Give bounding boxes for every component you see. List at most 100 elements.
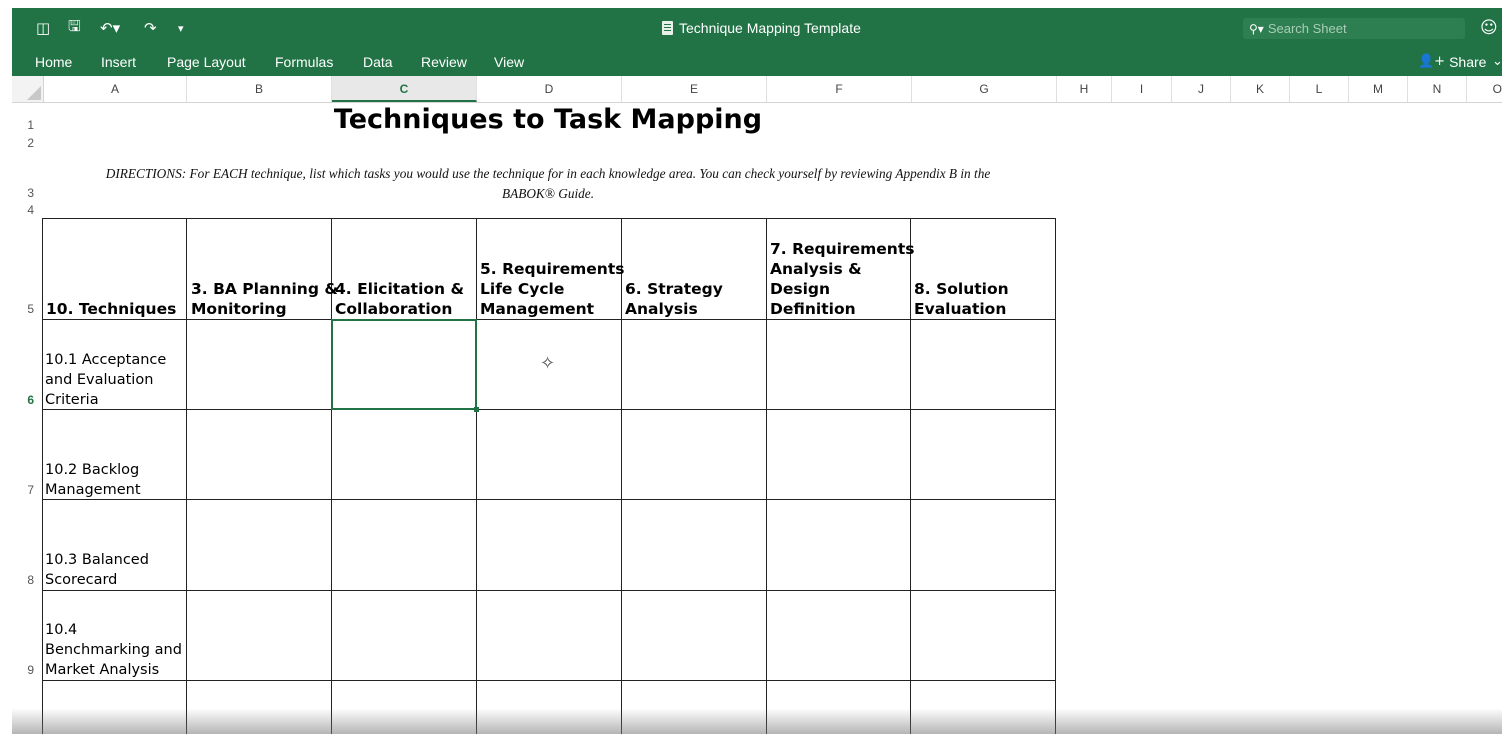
search-input[interactable] — [1265, 20, 1450, 37]
grid-line — [42, 590, 1056, 591]
smiley-feedback-icon[interactable]: ☺ — [1480, 18, 1498, 38]
technique-line: Market Analysis — [45, 662, 160, 678]
header-line: Analysis & — [770, 260, 862, 278]
tab-view[interactable]: View — [494, 54, 524, 70]
header-line: 8. Solution — [914, 280, 1009, 298]
row-header-6[interactable]: 6 — [12, 393, 34, 407]
row-header-8[interactable]: 8 — [12, 573, 34, 587]
column-header-e[interactable]: E — [622, 76, 767, 102]
header-cell-requirements-lifecycle[interactable]: 5. Requirements Life Cycle Management — [480, 259, 624, 319]
header-cell-requirements-analysis[interactable]: 7. Requirements Analysis & Design Defini… — [770, 239, 914, 319]
column-header-k[interactable]: K — [1231, 76, 1290, 102]
column-header-i[interactable]: I — [1112, 76, 1172, 102]
row-header-5[interactable]: 5 — [12, 302, 34, 316]
excel-window: ◫ 🖫 ↶▾ ↷ ▾ Technique Mapping Template ⚲▾… — [12, 8, 1502, 734]
directions-text[interactable]: DIRECTIONS: For EACH technique, list whi… — [48, 164, 1048, 204]
tab-formulas[interactable]: Formulas — [275, 54, 333, 70]
sheet-title[interactable]: Techniques to Task Mapping — [212, 104, 884, 135]
header-line: 4. Elicitation & — [335, 280, 464, 298]
fill-handle[interactable] — [474, 407, 479, 412]
save-icon[interactable]: 🖫 — [68, 17, 81, 37]
selected-cell-c6[interactable] — [331, 319, 477, 410]
column-header-f[interactable]: F — [767, 76, 912, 102]
row-header-2[interactable]: 2 — [12, 136, 34, 150]
undo-icon[interactable]: ↶▾ — [100, 19, 120, 37]
column-header-l[interactable]: L — [1290, 76, 1349, 102]
document-icon — [662, 21, 673, 35]
column-header-b[interactable]: B — [187, 76, 332, 102]
header-cell-solution-evaluation[interactable]: 8. Solution Evaluation — [914, 279, 1009, 319]
column-header-o[interactable]: O — [1467, 76, 1502, 102]
search-box[interactable]: ⚲▾ — [1243, 18, 1465, 39]
column-header-j[interactable]: J — [1172, 76, 1231, 102]
column-header-n[interactable]: N — [1408, 76, 1467, 102]
technique-line: 10.4 — [45, 622, 78, 638]
header-line: Monitoring — [191, 300, 287, 318]
directions-line-1: DIRECTIONS: For EACH technique, list whi… — [105, 166, 991, 181]
header-cell-ba-planning[interactable]: 3. BA Planning & Monitoring — [191, 279, 338, 319]
technique-line: Criteria — [45, 392, 99, 408]
header-line: Management — [480, 300, 595, 318]
tab-page-layout[interactable]: Page Layout — [167, 54, 246, 70]
tab-data[interactable]: Data — [363, 54, 393, 70]
technique-cell-10-1[interactable]: 10.1 Acceptance and Evaluation Criteria — [45, 350, 166, 410]
header-line: Life Cycle — [480, 280, 565, 298]
technique-line: Management — [45, 482, 141, 498]
bottom-shadow — [12, 708, 1502, 734]
left-gutter — [0, 0, 12, 734]
title-bar: ◫ 🖫 ↶▾ ↷ ▾ Technique Mapping Template ⚲▾… — [12, 8, 1502, 50]
tab-review[interactable]: Review — [421, 54, 467, 70]
customize-toolbar-icon[interactable]: ▾ — [178, 19, 184, 37]
technique-line: 10.3 Balanced — [45, 552, 149, 568]
tab-insert[interactable]: Insert — [101, 54, 136, 70]
grid-line — [42, 409, 1056, 410]
sidebar-toggle-icon[interactable]: ◫ — [36, 19, 50, 37]
row-header-1[interactable]: 1 — [12, 118, 34, 132]
technique-cell-10-4[interactable]: 10.4 Benchmarking and Market Analysis — [45, 620, 182, 680]
row-header-9[interactable]: 9 — [12, 663, 34, 677]
column-header-a[interactable]: A — [44, 76, 187, 102]
document-title-text: Technique Mapping Template — [679, 20, 861, 36]
technique-line: Scorecard — [45, 572, 118, 588]
header-line: Analysis — [625, 300, 698, 318]
technique-cell-10-2[interactable]: 10.2 Backlog Management — [45, 460, 141, 500]
header-line: Definition — [770, 300, 856, 318]
grid-line — [42, 319, 1056, 320]
grid-line — [186, 218, 187, 734]
header-line: Design — [770, 280, 831, 298]
grid-line — [42, 218, 1056, 219]
header-cell-techniques[interactable]: 10. Techniques — [46, 299, 176, 319]
column-header-d[interactable]: D — [477, 76, 622, 102]
header-cell-elicitation[interactable]: 4. Elicitation & Collaboration — [335, 279, 464, 319]
column-header-m[interactable]: M — [1349, 76, 1408, 102]
tab-home[interactable]: Home — [35, 54, 72, 70]
technique-line: 10.1 Acceptance — [45, 352, 167, 368]
row-header-7[interactable]: 7 — [12, 483, 34, 497]
header-line: 6. Strategy — [625, 280, 723, 298]
header-cell-strategy-analysis[interactable]: 6. Strategy Analysis — [625, 279, 723, 319]
row-header-3[interactable]: 3 — [12, 186, 34, 200]
grid-line — [476, 218, 477, 734]
header-line: 7. Requirements — [770, 240, 915, 258]
directions-line-2: BABOK® Guide. — [501, 186, 595, 201]
technique-line: Benchmarking and — [45, 642, 182, 658]
share-button[interactable]: 👤+ Share — [1418, 54, 1486, 70]
grid-line — [42, 499, 1056, 500]
row-header-4[interactable]: 4 — [12, 203, 34, 217]
column-headers: A B C D E F G H I J K L M N O — [12, 76, 1502, 103]
chevron-down-icon[interactable]: ⌄ — [1492, 54, 1502, 69]
select-all-corner[interactable] — [12, 76, 44, 102]
column-header-h[interactable]: H — [1057, 76, 1112, 102]
grid-line — [42, 218, 43, 734]
technique-cell-10-3[interactable]: 10.3 Balanced Scorecard — [45, 550, 149, 590]
header-line: 10. Techniques — [46, 300, 177, 318]
header-line: Evaluation — [914, 300, 1007, 318]
share-label: Share — [1449, 54, 1487, 70]
grid-line — [42, 680, 1056, 681]
technique-line: 10.2 Backlog — [45, 462, 140, 478]
column-header-g[interactable]: G — [912, 76, 1057, 102]
column-header-c[interactable]: C — [332, 76, 477, 102]
grid-line — [766, 218, 767, 734]
ribbon-tabs: Home Insert Page Layout Formulas Data Re… — [12, 50, 1502, 76]
redo-icon[interactable]: ↷ — [144, 19, 157, 37]
